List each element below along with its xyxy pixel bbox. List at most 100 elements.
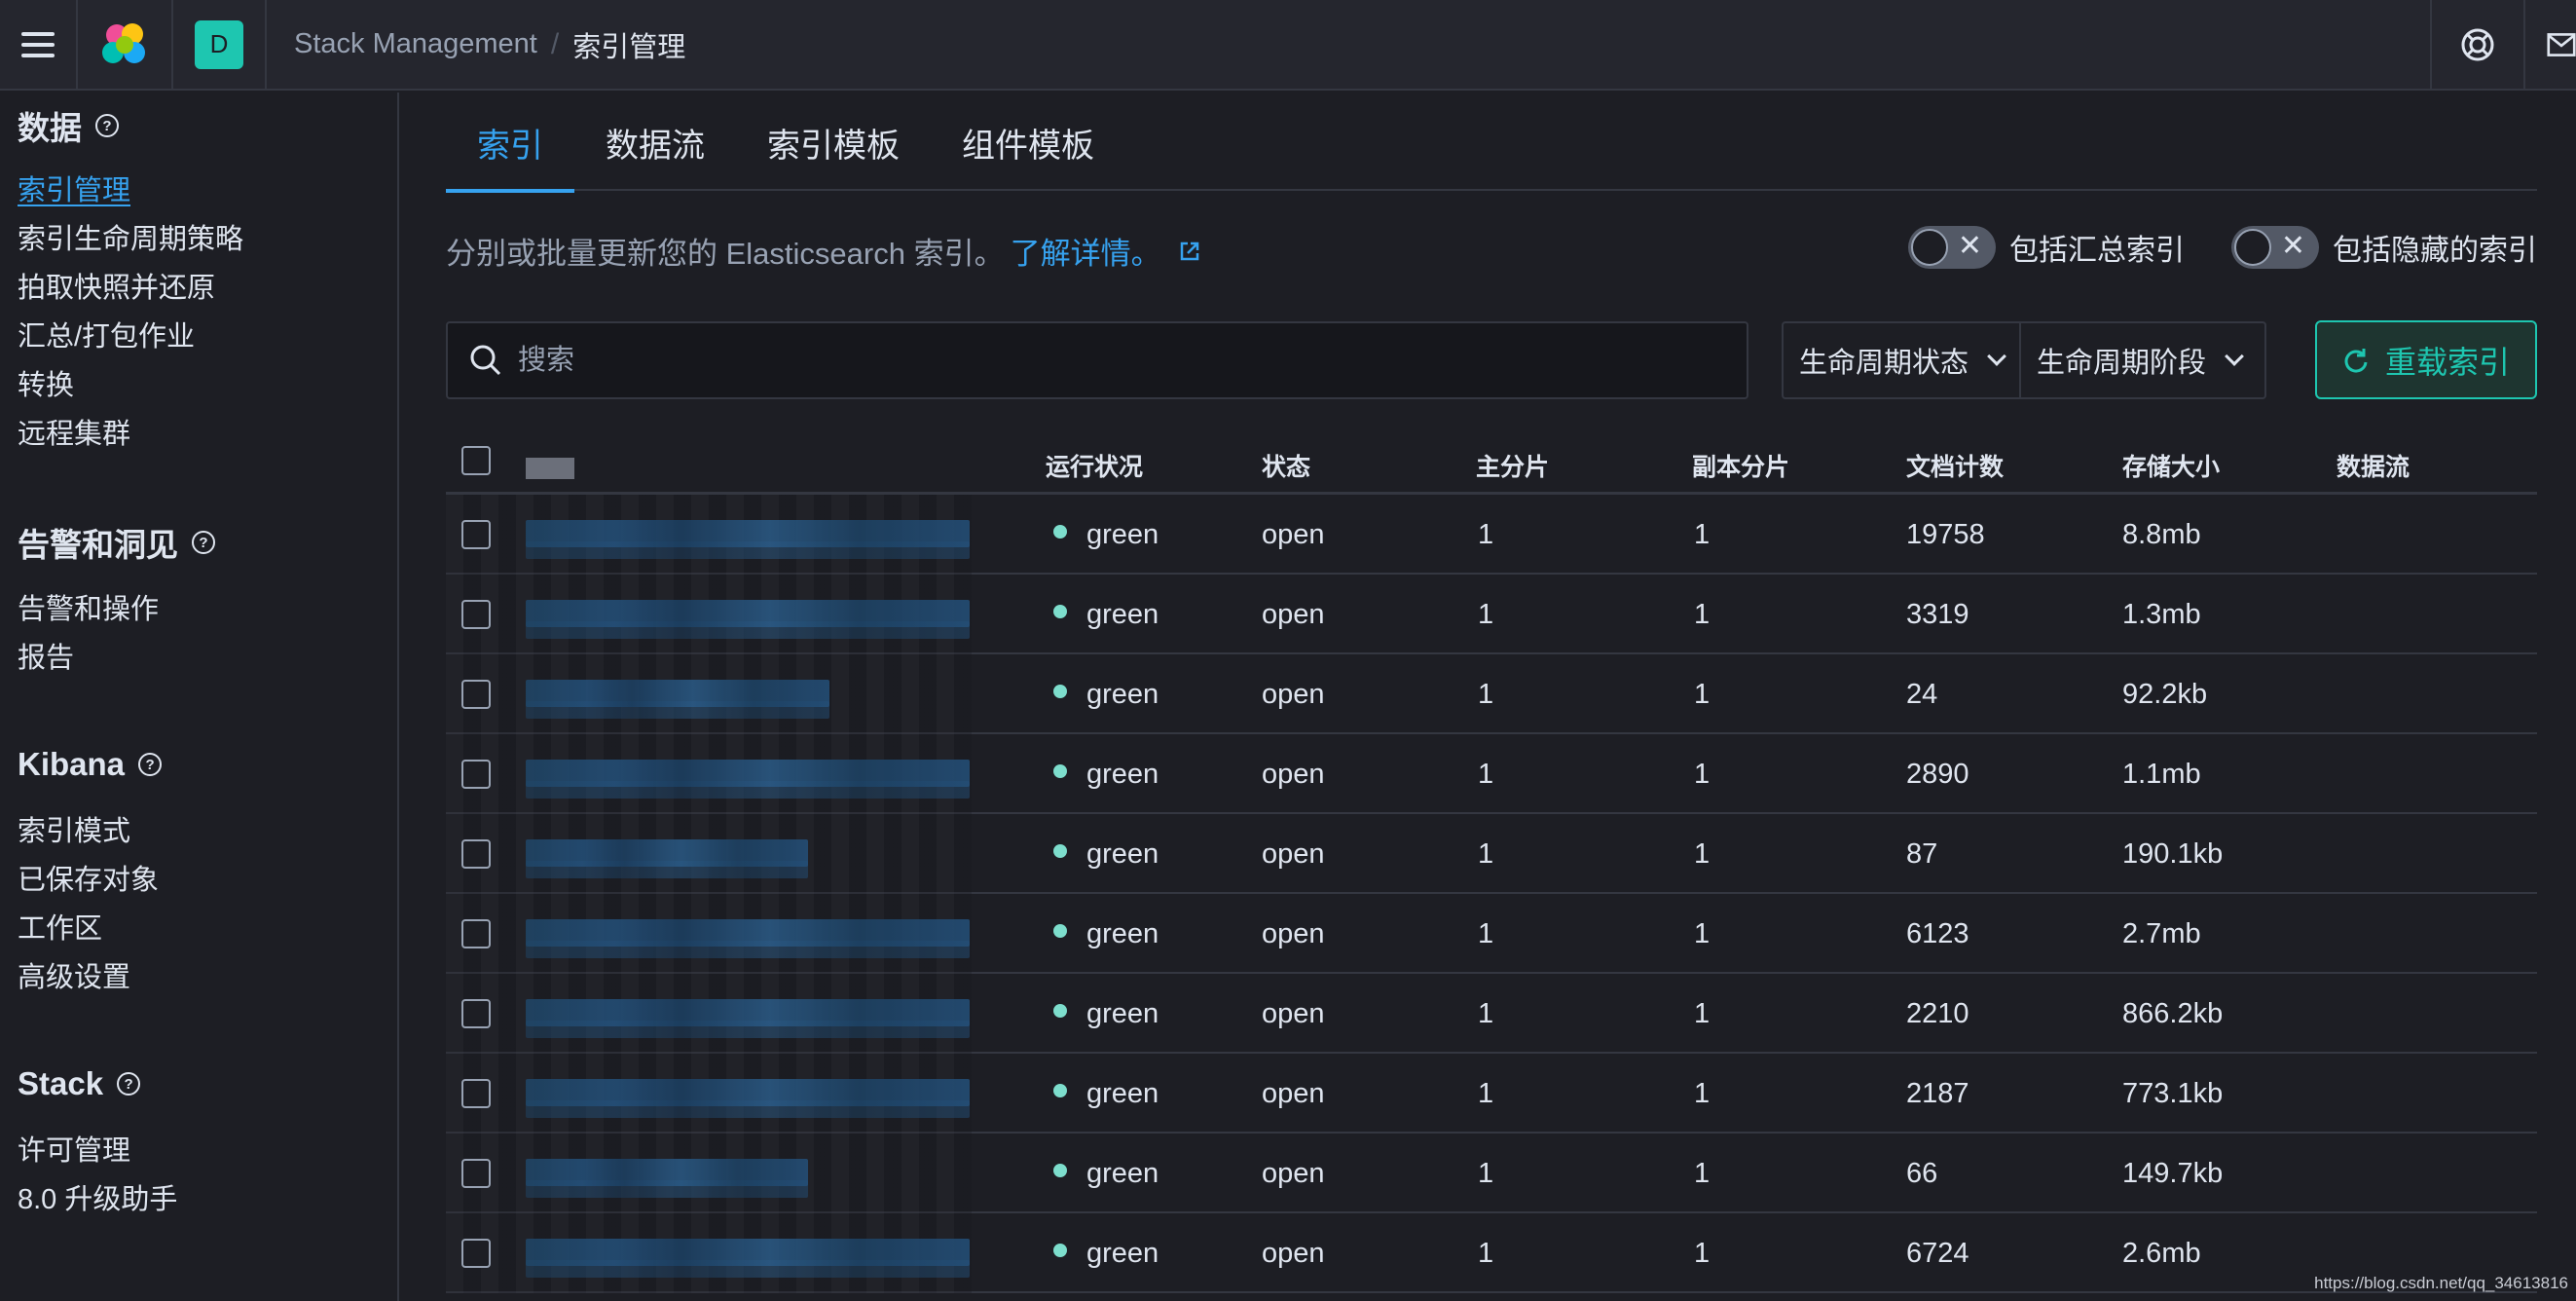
cell-primary: 1	[1478, 1238, 1494, 1269]
refresh-icon	[2344, 348, 2368, 373]
help-menu-button[interactable]	[2430, 0, 2523, 90]
cell-health: green	[1053, 1134, 1159, 1213]
row-checkbox[interactable]	[461, 760, 491, 789]
select-all-checkbox[interactable]	[461, 446, 491, 475]
table-row[interactable]: green open 1 1 3319 1.3mb	[446, 575, 2537, 654]
cell-status: open	[1262, 679, 1325, 710]
cell-replica: 1	[1694, 1238, 1711, 1269]
help-icon[interactable]: ?	[117, 1072, 141, 1096]
newsfeed-button[interactable]	[2523, 0, 2576, 90]
sidebar-item-reporting[interactable]: 报告	[18, 634, 215, 683]
side-group-title: Kibana ?	[18, 743, 163, 786]
side-group-stack: Stack ? 许可管理 8.0 升级助手	[18, 1062, 177, 1224]
menu-button[interactable]	[0, 0, 78, 90]
cell-replica: 1	[1694, 838, 1711, 870]
help-icon[interactable]: ?	[95, 114, 119, 137]
column-header-data-stream[interactable]: 数据流	[2337, 427, 2410, 495]
sidebar-item-remote-clusters[interactable]: 远程集群	[18, 410, 243, 459]
table-header: 运行状况 状态 主分片 副本分片 文档计数 存储大小 数据流	[446, 427, 2537, 495]
tab-data-streams[interactable]: 数据流	[574, 117, 736, 191]
row-checkbox[interactable]	[461, 680, 491, 709]
table-row[interactable]: green open 1 1 6123 2.7mb	[446, 894, 2537, 974]
sidebar-item-saved-objects[interactable]: 已保存对象	[18, 856, 162, 905]
row-checkbox[interactable]	[461, 839, 491, 869]
row-checkbox[interactable]	[461, 1239, 491, 1268]
health-dot-icon	[1053, 1164, 1067, 1178]
table-row[interactable]: green open 1 1 24 92.2kb	[446, 654, 2537, 734]
cell-docs: 3319	[1906, 599, 1969, 630]
sidebar-item-workspaces[interactable]: 工作区	[18, 905, 162, 953]
health-dot-icon	[1053, 924, 1067, 939]
cell-status: open	[1262, 759, 1325, 790]
cell-replica: 1	[1694, 759, 1711, 790]
tab-index-templates[interactable]: 索引模板	[736, 117, 931, 191]
side-group-data: 数据 ? 索引管理 索引生命周期策略 拍取快照并还原 汇总/打包作业 转换 远程…	[18, 104, 243, 459]
table-row[interactable]: green open 1 1 66 149.7kb	[446, 1134, 2537, 1213]
table-row[interactable]: green open 1 1 2210 866.2kb	[446, 974, 2537, 1054]
row-checkbox[interactable]	[461, 919, 491, 948]
index-name-redacted-shadow	[526, 941, 970, 958]
name-column-header-redacted[interactable]	[526, 458, 574, 479]
sidebar-item-license[interactable]: 许可管理	[18, 1127, 177, 1175]
include-hidden-switch[interactable]: ✕	[2231, 226, 2319, 269]
health-dot-icon	[1053, 1084, 1067, 1098]
include-rollup-switch[interactable]: ✕	[1908, 226, 1996, 269]
table-row[interactable]: green open 1 1 6724 2.6mb	[446, 1213, 2537, 1293]
cell-health: green	[1053, 495, 1159, 575]
cell-primary: 1	[1478, 599, 1494, 630]
toggle-include-rollup: ✕ 包括汇总索引	[1908, 226, 2185, 269]
table-row[interactable]: green open 1 1 19758 8.8mb	[446, 495, 2537, 575]
table-row[interactable]: green open 1 1 87 190.1kb	[446, 814, 2537, 894]
external-link-icon[interactable]	[1179, 241, 1200, 262]
help-icon[interactable]: ?	[138, 753, 163, 776]
table-body: green open 1 1 19758 8.8mb green open 1 1 3319 1.3m…	[446, 495, 2537, 1293]
breadcrumb-stack-management[interactable]: Stack Management	[294, 28, 537, 60]
row-checkbox[interactable]	[461, 600, 491, 629]
table-row[interactable]: green open 1 1 2890 1.1mb	[446, 734, 2537, 814]
cell-size: 149.7kb	[2122, 1158, 2224, 1189]
tab-component-templates[interactable]: 组件模板	[931, 117, 1125, 191]
lifecycle-phase-filter[interactable]: 生命周期阶段	[2019, 323, 2257, 397]
row-checkbox[interactable]	[461, 999, 491, 1028]
row-checkbox[interactable]	[461, 1079, 491, 1108]
cell-health: green	[1053, 575, 1159, 654]
lifebuoy-icon	[2461, 28, 2494, 60]
learn-more-link[interactable]: 了解详情。	[1011, 229, 1161, 273]
column-header-primary[interactable]: 主分片	[1476, 427, 1549, 495]
side-group-title: 告警和洞见 ?	[18, 521, 215, 564]
sidebar-item-transform[interactable]: 转换	[18, 361, 243, 410]
tab-indices[interactable]: 索引	[446, 117, 574, 193]
lifecycle-status-filter[interactable]: 生命周期状态	[1784, 323, 2019, 397]
sidebar-item-upgrade-assistant[interactable]: 8.0 升级助手	[18, 1175, 177, 1224]
page-description: 分别或批量更新您的 Elasticsearch 索引。 了解详情。	[446, 229, 1200, 273]
cell-size: 1.1mb	[2122, 759, 2201, 790]
sidebar-item-index-management[interactable]: 索引管理	[18, 167, 243, 215]
column-header-replica[interactable]: 副本分片	[1692, 427, 1789, 495]
help-icon[interactable]: ?	[192, 531, 215, 554]
side-nav: 数据 ? 索引管理 索引生命周期策略 拍取快照并还原 汇总/打包作业 转换 远程…	[0, 93, 399, 1301]
reload-indices-button[interactable]: 重载索引	[2315, 320, 2537, 399]
search-input[interactable]	[518, 344, 1747, 377]
cell-status: open	[1262, 1078, 1325, 1109]
column-header-health[interactable]: 运行状况	[1046, 427, 1143, 495]
close-icon: ✕	[1957, 230, 1982, 262]
cell-health: green	[1053, 894, 1159, 974]
column-header-docs[interactable]: 文档计数	[1906, 427, 2004, 495]
sidebar-item-advanced-settings[interactable]: 高级设置	[18, 953, 162, 1002]
elastic-logo[interactable]	[78, 0, 173, 90]
column-header-status[interactable]: 状态	[1262, 427, 1310, 495]
column-header-size[interactable]: 存储大小	[2122, 427, 2220, 495]
cell-docs: 6724	[1906, 1238, 1969, 1269]
table-row[interactable]: green open 1 1 2187 773.1kb	[446, 1054, 2537, 1134]
row-checkbox[interactable]	[461, 520, 491, 549]
search-box	[446, 321, 1748, 399]
space-selector[interactable]: D	[173, 0, 267, 90]
sidebar-item-snapshot[interactable]: 拍取快照并还原	[18, 264, 243, 313]
row-checkbox[interactable]	[461, 1159, 491, 1188]
chevron-down-icon	[2225, 347, 2244, 366]
sidebar-item-rollup[interactable]: 汇总/打包作业	[18, 313, 243, 361]
sidebar-item-index-patterns[interactable]: 索引模式	[18, 807, 162, 856]
breadcrumb-separator: /	[550, 27, 560, 60]
sidebar-item-alerts-actions[interactable]: 告警和操作	[18, 585, 215, 634]
sidebar-item-ilm[interactable]: 索引生命周期策略	[18, 215, 243, 264]
